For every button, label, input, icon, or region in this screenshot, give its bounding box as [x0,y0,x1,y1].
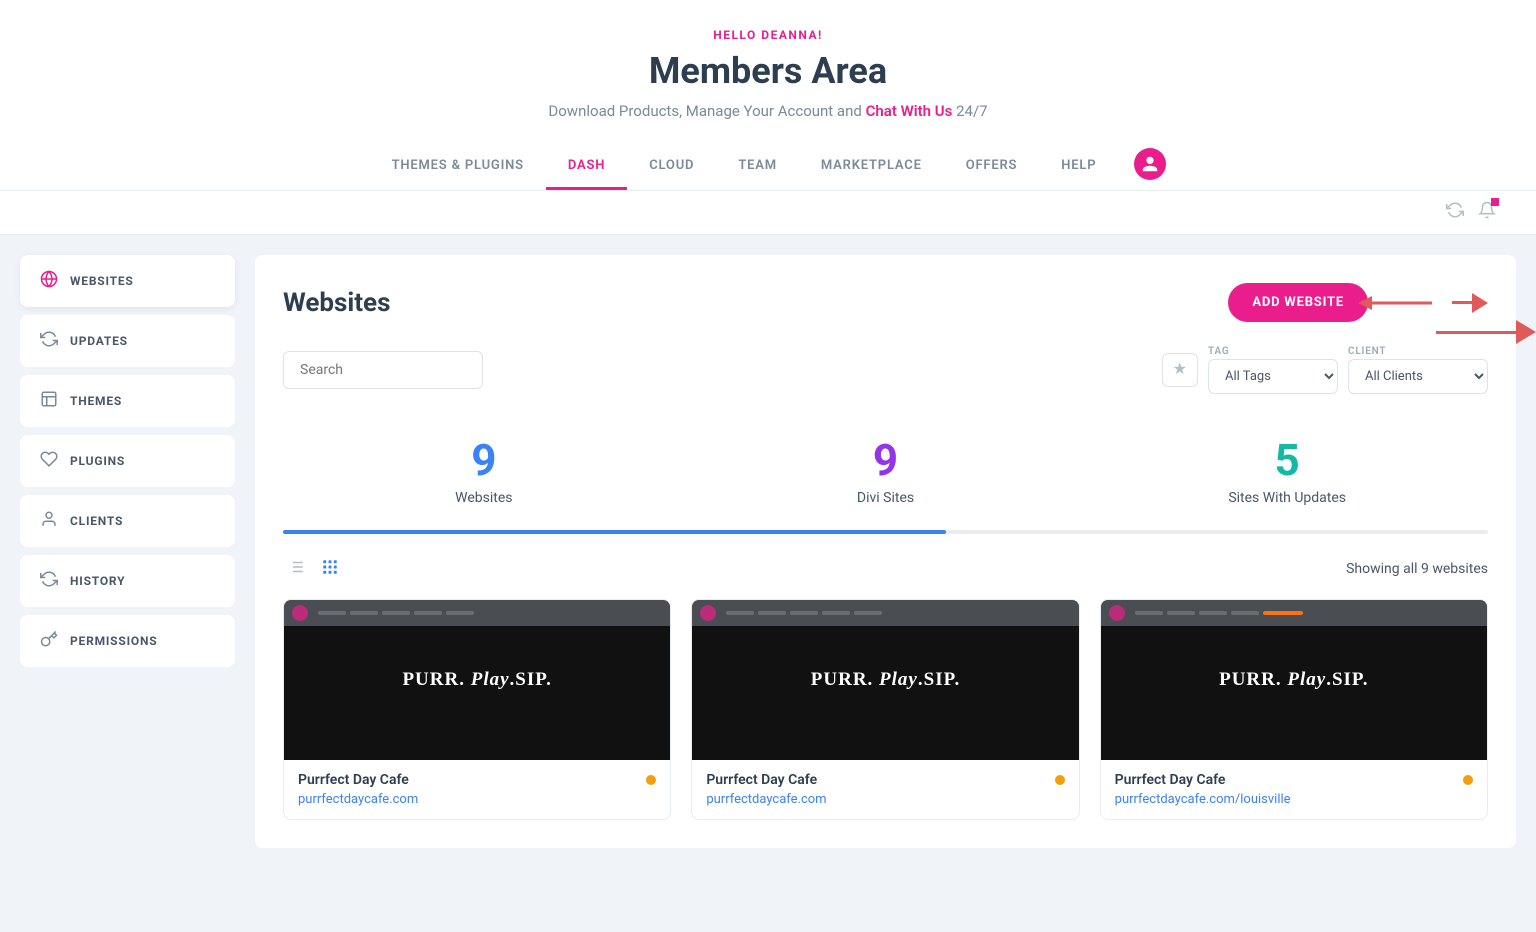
filters-row: ★ TAG All Tags CLIENT All Clients [283,346,1488,394]
stat-websites: 9 Websites [283,422,685,518]
refresh-icon-sidebar [40,330,58,352]
progress-bar-container [283,530,1488,534]
tag-filter-select[interactable]: All Tags [1208,359,1338,394]
client-filter-select[interactable]: All Clients [1348,359,1488,394]
stat-updates-label: Sites With Updates [1086,490,1488,506]
key-icon [40,630,58,652]
subtitle-suffix: 24/7 [956,102,987,120]
nav-themes-plugins[interactable]: THEMES & PLUGINS [370,144,546,190]
sidebar-history-label: HISTORY [70,574,125,588]
search-input[interactable] [283,351,483,389]
card-url-2[interactable]: purrfectdaycafe.com [706,792,826,807]
nav-marketplace[interactable]: MARKETPLACE [799,144,944,190]
hello-text: HELLO DEANNA! [20,28,1516,42]
stat-websites-label: Websites [283,490,685,506]
nav-avatar[interactable] [1134,148,1166,180]
card-thumbnail-3: PURR. Play.SIP. [1101,600,1487,760]
website-card-3[interactable]: PURR. Play.SIP. Purrfect Day Cafe purrfe… [1100,599,1488,820]
card-url-1[interactable]: purrfectdaycafe.com [298,792,418,807]
sidebar-websites-label: WEBSITES [70,274,134,288]
tag-filter-label: TAG [1208,346,1338,357]
globe-icon [40,270,58,292]
sidebar-item-themes[interactable]: THEMES [20,375,235,427]
website-card-2[interactable]: PURR. Play.SIP. Purrfect Day Cafe purrfe… [691,599,1079,820]
view-controls: Showing all 9 websites [283,554,1488,583]
heart-icon [40,450,58,472]
members-title: Members Area [20,50,1516,92]
main-layout: WEBSITES UPDATES THEMES [0,235,1536,868]
star-filter-button[interactable]: ★ [1162,353,1198,387]
website-card-1[interactable]: PURR. Play.SIP. Purrfect Day Cafe purrfe… [283,599,671,820]
page-header: HELLO DEANNA! Members Area Download Prod… [0,0,1536,191]
toolbar [0,191,1536,235]
arrow-indicator [1436,320,1536,344]
sidebar-item-plugins[interactable]: PLUGINS [20,435,235,487]
sidebar-item-history[interactable]: HISTORY [20,555,235,607]
sidebar-clients-label: CLIENTS [70,514,123,528]
sidebar-item-updates[interactable]: UPDATES [20,315,235,367]
progress-bar-fill [283,530,946,534]
user-icon [1141,155,1159,173]
history-icon [40,570,58,592]
stats-row: 9 Websites 9 Divi Sites 5 Sites With Upd… [283,422,1488,518]
nav-cloud[interactable]: CLOUD [627,144,716,190]
nav-offers[interactable]: OFFERS [944,144,1040,190]
subtitle-text: Download Products, Manage Your Account a… [548,102,861,120]
stat-divi: 9 Divi Sites [685,422,1087,518]
card-name-2: Purrfect Day Cafe [706,772,817,788]
status-dot-3 [1463,775,1473,785]
content-area: Websites ADD WEBSITE ★ T [255,255,1516,848]
sidebar-themes-label: THEMES [70,394,122,408]
subtitle: Download Products, Manage Your Account a… [20,102,1516,120]
nav-help[interactable]: HELP [1039,144,1118,190]
sidebar-plugins-label: PLUGINS [70,454,125,468]
main-nav: THEMES & PLUGINS DASH CLOUD TEAM MARKETP… [0,144,1536,190]
refresh-icon[interactable] [1446,201,1464,224]
sidebar-permissions-label: PERMISSIONS [70,634,157,648]
card-text-2: PURR. Play.SIP. [811,669,960,691]
showing-text: Showing all 9 websites [1346,561,1488,577]
card-name-1: Purrfect Day Cafe [298,772,409,788]
status-dot-1 [646,775,656,785]
add-website-button[interactable]: ADD WEBSITE [1228,283,1368,322]
sidebar-item-clients[interactable]: CLIENTS [20,495,235,547]
page-title: Websites [283,288,390,318]
stat-updates-number: 5 [1086,434,1488,486]
stat-websites-number: 9 [283,434,685,486]
nav-dash[interactable]: DASH [546,144,627,190]
card-thumbnail-1: PURR. Play.SIP. [284,600,670,760]
client-filter-label: CLIENT [1348,346,1488,357]
layout-icon [40,390,58,412]
chat-link[interactable]: Chat With Us [866,102,953,120]
sidebar-item-permissions[interactable]: PERMISSIONS [20,615,235,667]
stat-divi-number: 9 [685,434,1087,486]
content-header: Websites ADD WEBSITE [283,283,1488,322]
card-text-3: PURR. Play.SIP. [1219,669,1368,691]
bell-badge [1491,198,1499,206]
list-view-button[interactable] [283,554,309,583]
nav-team[interactable]: TEAM [716,144,799,190]
view-icons [283,554,343,583]
card-name-3: Purrfect Day Cafe [1115,772,1226,788]
sidebar: WEBSITES UPDATES THEMES [20,255,235,848]
cards-grid: PURR. Play.SIP. Purrfect Day Cafe purrfe… [283,599,1488,820]
card-thumbnail-2: PURR. Play.SIP. [692,600,1078,760]
bell-icon[interactable] [1478,201,1496,224]
stat-updates: 5 Sites With Updates [1086,422,1488,518]
sidebar-item-websites[interactable]: WEBSITES [20,255,235,307]
user-icon-sidebar [40,510,58,532]
card-text-1: PURR. Play.SIP. [402,669,551,691]
sidebar-updates-label: UPDATES [70,334,128,348]
grid-view-button[interactable] [317,554,343,583]
stat-divi-label: Divi Sites [685,490,1087,506]
card-url-3[interactable]: purrfectdaycafe.com/louisville [1115,792,1291,807]
status-dot-2 [1055,775,1065,785]
